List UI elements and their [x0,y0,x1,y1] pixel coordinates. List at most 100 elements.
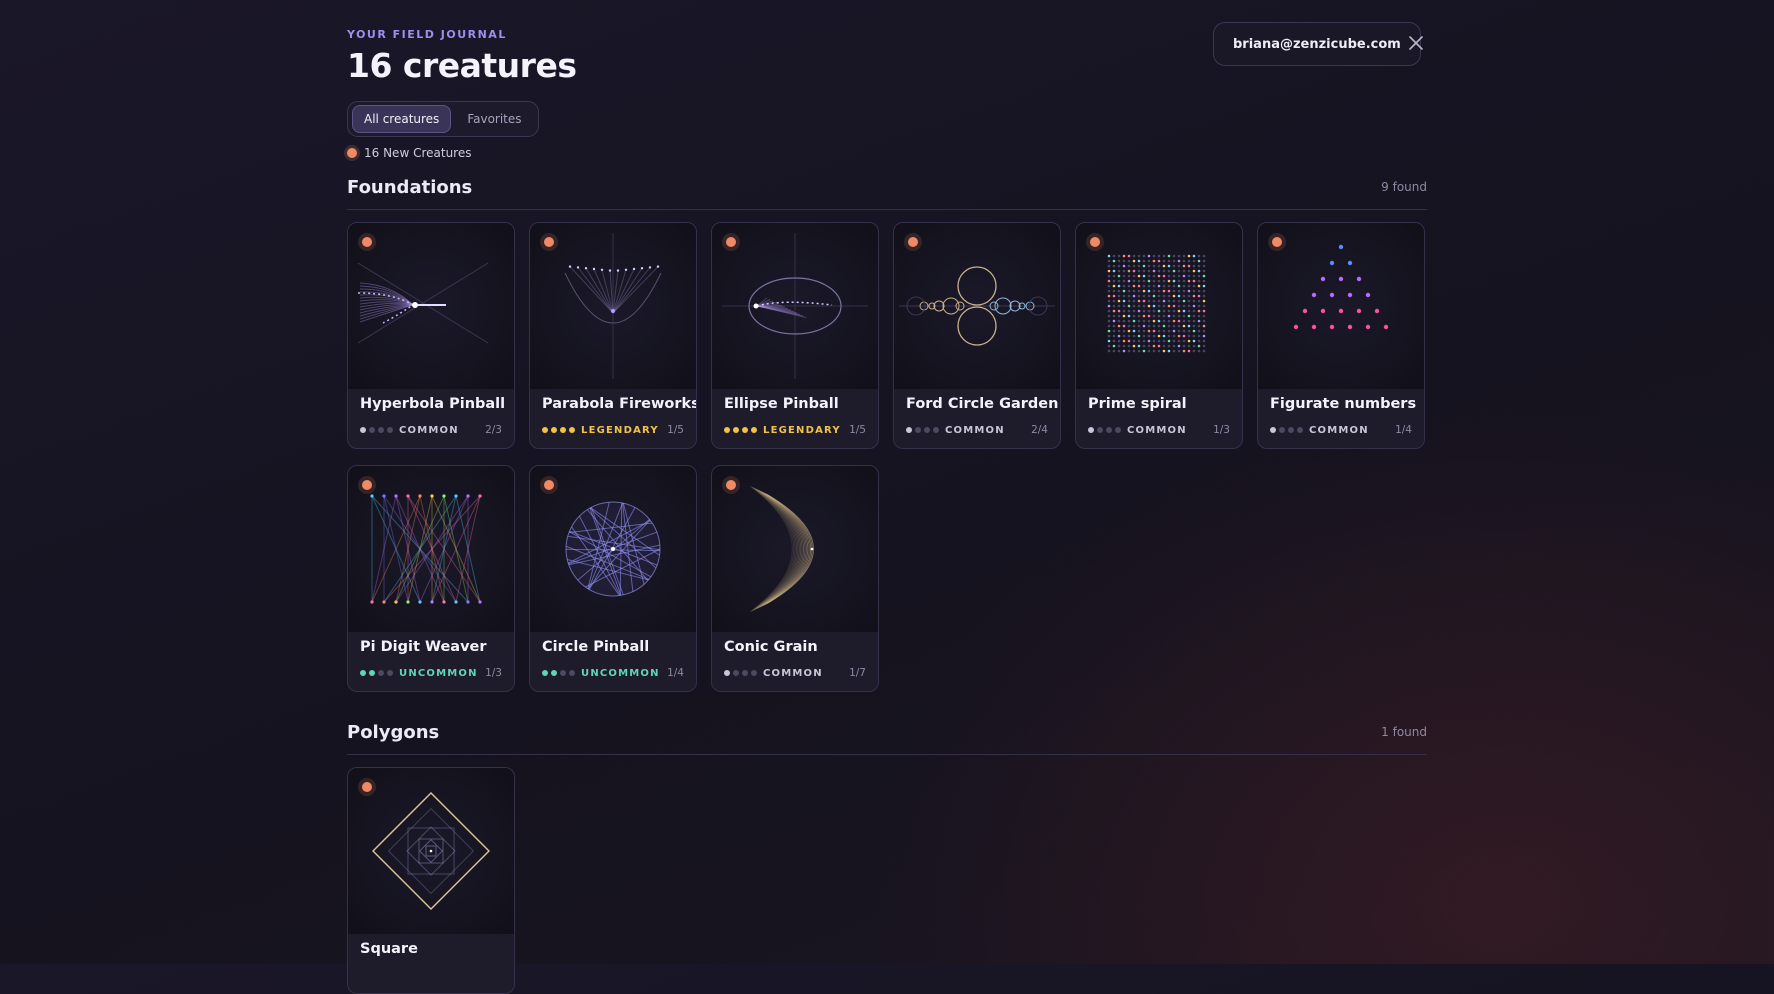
rarity-pip [1106,427,1112,433]
collection-progress: 2/4 [1031,424,1048,436]
creature-card-circle-pinball[interactable]: Circle Pinball UNCOMMON 1/4 [529,465,697,692]
rarity-pip [933,427,939,433]
rarity-level-pips [542,427,575,433]
collection-progress: 1/4 [667,667,684,679]
rarity-pip [387,427,393,433]
new-badge-icon [908,237,918,247]
creature-name: Square [360,941,418,957]
rarity-pip [1270,427,1276,433]
rarity-level-pips [360,670,393,676]
rarity-pip [551,670,557,676]
new-badge-icon [362,782,372,792]
rarity-pip [560,670,566,676]
creature-meta: UNCOMMON 1/3 [360,666,502,680]
creature-meta: COMMON 1/4 [1270,423,1412,437]
rarity-pip [1297,427,1303,433]
section-polygons-header: Polygons 1 found [347,722,1427,755]
collection-progress: 1/7 [849,667,866,679]
creature-name: Pi Digit Weaver [360,639,487,655]
creature-art-frame [348,768,514,934]
page-title: 16 creatures [347,46,577,85]
collection-progress: 2/3 [485,424,502,436]
tab-all-creatures[interactable]: All creatures [352,105,452,133]
creature-meta: UNCOMMON 1/4 [542,666,684,680]
page-eyebrow: YOUR FIELD JOURNAL [347,28,507,41]
creature-art-frame [348,466,514,632]
creature-card-ford-circle-garden[interactable]: Ford Circle Garden COMMON 2/4 [893,222,1061,449]
creature-art [372,792,490,910]
rarity-pip [360,670,366,676]
account-email-button[interactable]: briana@zenzicube.com [1213,22,1421,66]
rarity-pip [1288,427,1294,433]
creature-card-ellipse-pinball[interactable]: Ellipse Pinball LEGENDARY 1/5 [711,222,879,449]
rarity-label: UNCOMMON [581,667,660,679]
creature-name: Ford Circle Garden [906,396,1059,412]
filter-tabs: All creatures Favorites [347,101,539,137]
creature-meta: COMMON 1/3 [1088,423,1230,437]
rarity-pip [542,670,548,676]
creature-card-figurate-numbers[interactable]: Figurate numbers COMMON 1/4 [1257,222,1425,449]
rarity-pip [1088,427,1094,433]
new-badge-icon [1090,237,1100,247]
new-badge-icon [1272,237,1282,247]
creature-card-hyperbola-pinball[interactable]: Hyperbola Pinball COMMON 2/3 [347,222,515,449]
rarity-pip [915,427,921,433]
creature-art [1107,254,1206,353]
rarity-label: COMMON [1127,424,1187,436]
rarity-level-pips [906,427,939,433]
section-title: Polygons [347,722,440,743]
creature-art-frame [348,223,514,389]
rarity-pip [551,427,557,433]
rarity-label: LEGENDARY [763,424,841,436]
rarity-pip [733,670,739,676]
creature-meta: COMMON 2/3 [360,423,502,437]
rarity-level-pips [724,670,757,676]
creature-card-pi-digit-weaver[interactable]: Pi Digit Weaver UNCOMMON 1/3 [347,465,515,692]
rarity-label: COMMON [1309,424,1369,436]
section-foundations-header: Foundations 9 found [347,177,1427,210]
rarity-pip [751,427,757,433]
section-count: 9 found [1381,180,1427,194]
rarity-pip [387,670,393,676]
creature-art [722,233,868,379]
creature-meta: LEGENDARY 1/5 [724,423,866,437]
section-count: 1 found [1381,725,1427,739]
rarity-level-pips [724,427,757,433]
rarity-label: COMMON [763,667,823,679]
close-icon[interactable] [1404,31,1428,55]
rarity-pip [742,427,748,433]
rarity-pip [378,427,384,433]
creature-card-prime-spiral[interactable]: Prime spiral COMMON 1/3 [1075,222,1243,449]
tab-favorites[interactable]: Favorites [455,105,533,133]
rarity-pip [542,427,548,433]
collection-progress: 1/5 [849,424,866,436]
rarity-pip [1115,427,1121,433]
creature-art [1293,244,1389,330]
new-creatures-indicator: 16 New Creatures [347,146,471,160]
rarity-label: COMMON [399,424,459,436]
creature-art [749,485,814,613]
rarity-pip [751,670,757,676]
creature-art-frame [712,223,878,389]
creature-art-frame [1076,223,1242,389]
creature-card-parabola-fireworks[interactable]: Parabola Fireworks LEGENDARY 1/5 [529,222,697,449]
creature-art [565,501,661,597]
rarity-label: COMMON [945,424,1005,436]
creature-art-frame [894,223,1060,389]
rarity-pip [742,670,748,676]
creature-card-square[interactable]: Square [347,767,515,994]
collection-progress: 1/3 [1213,424,1230,436]
rarity-pip [569,670,575,676]
creature-name: Hyperbola Pinball [360,396,506,412]
rarity-label: LEGENDARY [581,424,659,436]
creature-art [899,266,1055,346]
creature-art [564,233,662,379]
new-badge-icon [726,237,736,247]
rarity-pip [924,427,930,433]
rarity-pip [906,427,912,433]
new-badge-icon [544,480,554,490]
collection-progress: 1/4 [1395,424,1412,436]
creature-art [370,494,482,604]
creature-name: Prime spiral [1088,396,1187,412]
creature-card-conic-grain[interactable]: Conic Grain COMMON 1/7 [711,465,879,692]
